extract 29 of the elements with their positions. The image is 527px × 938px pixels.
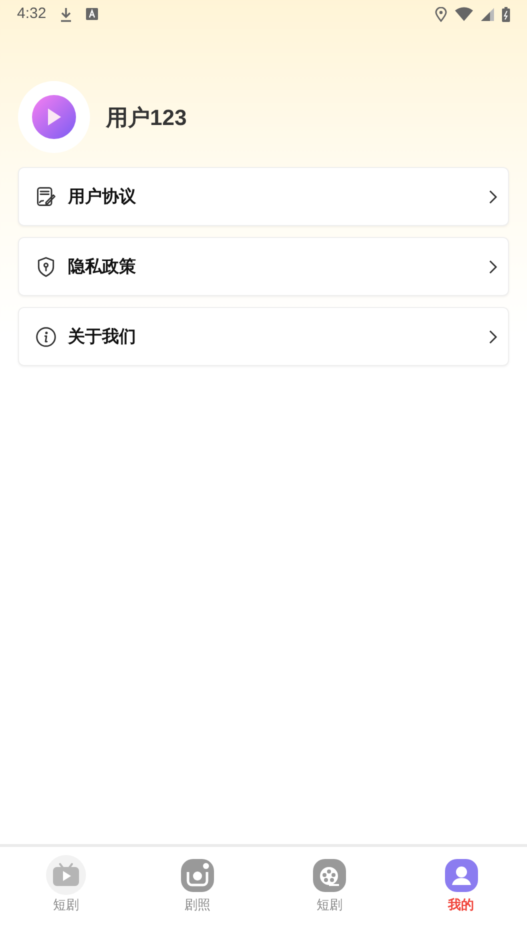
wifi-icon xyxy=(455,7,473,21)
tv-play-icon xyxy=(46,855,86,895)
chevron-right-icon xyxy=(488,258,498,274)
menu-item[interactable]: 关于我们 xyxy=(18,307,509,366)
keyboard-a-icon xyxy=(86,8,98,20)
chevron-right-icon xyxy=(488,188,498,204)
film-reel-icon xyxy=(312,859,346,892)
menu-item-label: 用户协议 xyxy=(68,186,137,208)
menu-item[interactable]: 隐私政策 xyxy=(18,237,509,296)
camera-icon xyxy=(181,859,214,892)
menu-item-label: 关于我们 xyxy=(68,326,137,348)
shield-keyhole-icon xyxy=(35,256,57,278)
chevron-right-icon xyxy=(488,328,498,344)
document-pen-icon xyxy=(35,186,57,208)
download-icon xyxy=(60,6,72,22)
menu-item-label: 隐私政策 xyxy=(68,256,137,278)
signal-icon xyxy=(481,8,494,20)
menu-item[interactable]: 用户协议 xyxy=(18,167,509,226)
info-icon xyxy=(35,326,57,348)
person-icon xyxy=(444,859,478,892)
tab-bar-item[interactable]: 短剧 xyxy=(264,855,396,914)
status-time: 4:32 xyxy=(17,4,46,24)
battery-icon xyxy=(502,6,510,22)
tab-bar-item[interactable]: 短剧 xyxy=(0,855,132,914)
play-logo-icon xyxy=(32,95,76,139)
tab-bar-item[interactable]: 剧照 xyxy=(132,855,264,914)
username: 用户123 xyxy=(106,104,187,132)
tab-bar-item[interactable]: 我的 xyxy=(395,855,527,914)
location-icon xyxy=(435,6,447,22)
